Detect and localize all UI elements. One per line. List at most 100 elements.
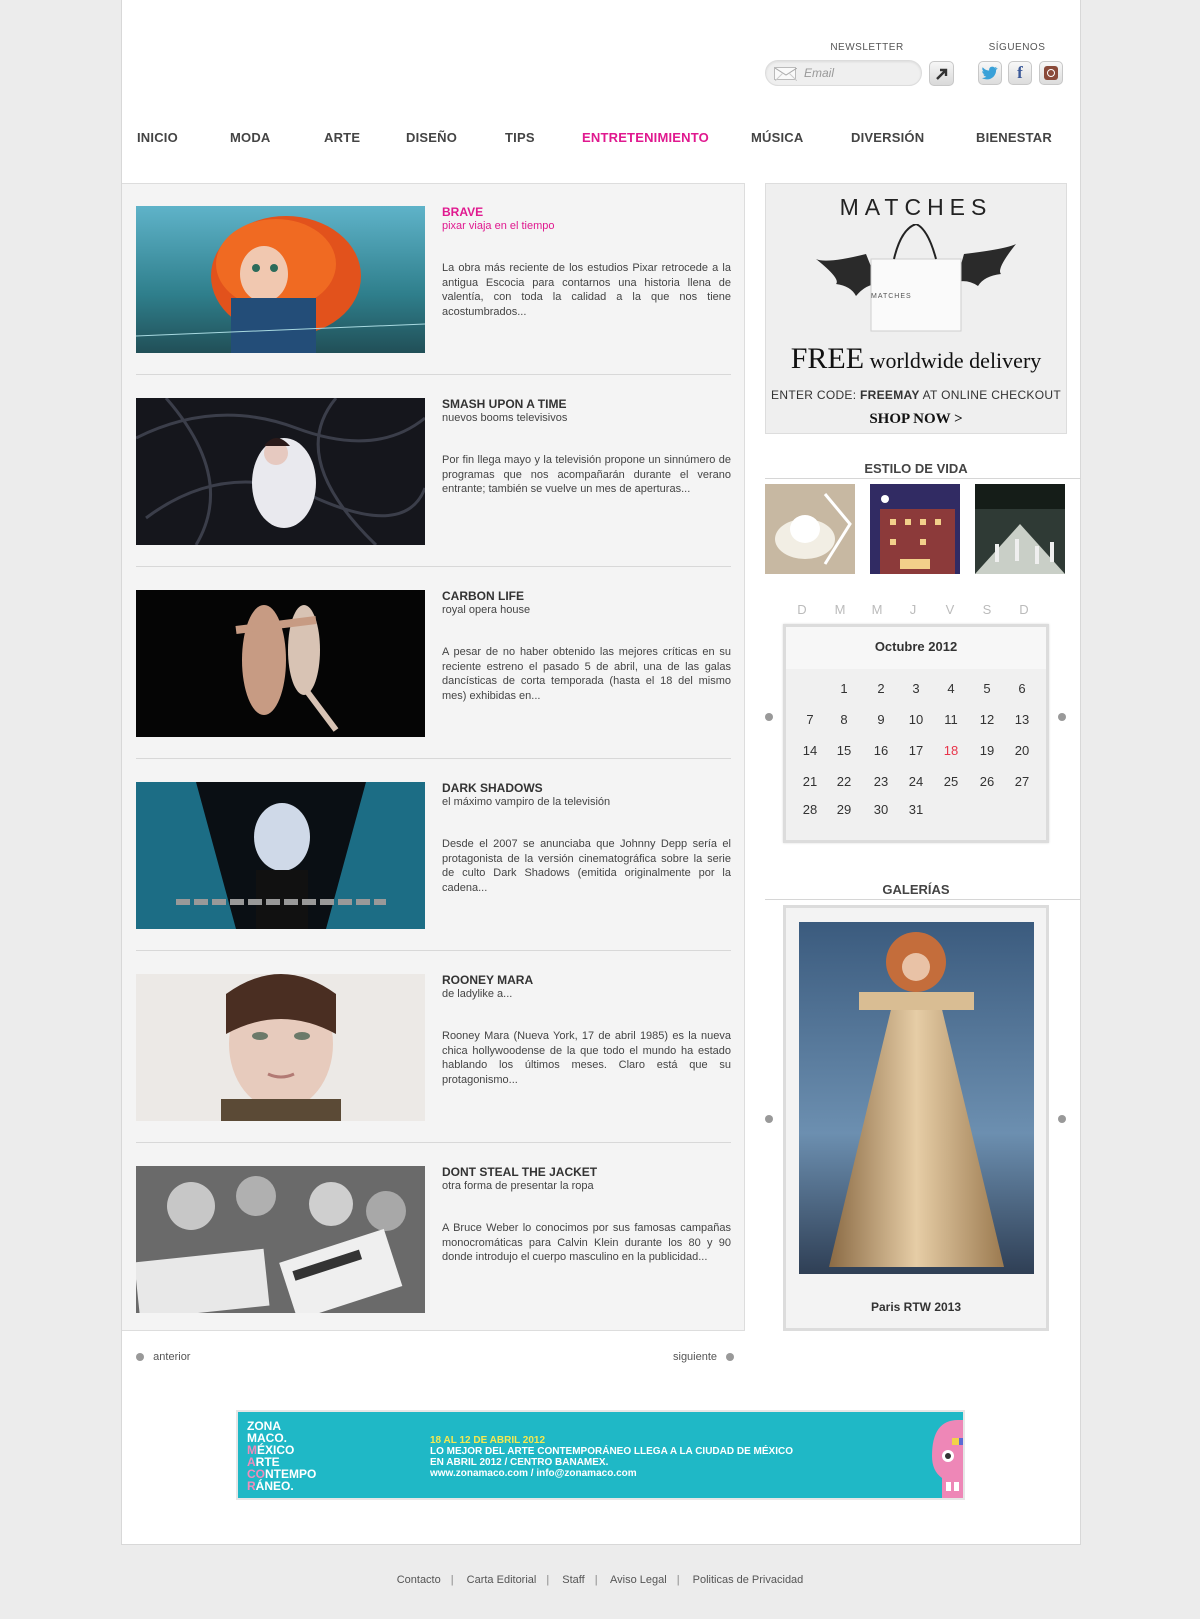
arrow-icon: [936, 68, 948, 80]
nav-item-inicio[interactable]: INICIO: [137, 130, 178, 145]
calendar-day[interactable]: 29: [830, 802, 858, 817]
twitter-icon[interactable]: [978, 61, 1002, 85]
ad-headline: FREE worldwide delivery: [766, 342, 1066, 376]
article-image-dark-shadows[interactable]: [136, 782, 425, 929]
calendar-day[interactable]: 30: [867, 802, 895, 817]
newsletter-email-box[interactable]: [765, 60, 922, 86]
article-image-smash[interactable]: [136, 398, 425, 545]
calendar-day[interactable]: 6: [1008, 681, 1036, 696]
article-title[interactable]: DONT STEAL THE JACKET: [442, 1165, 597, 1179]
lifestyle-thumb[interactable]: [870, 484, 960, 574]
calendar-day[interactable]: 25: [937, 774, 965, 789]
calendar-day[interactable]: 17: [902, 743, 930, 758]
gallery-card[interactable]: Paris RTW 2013: [783, 905, 1049, 1331]
skull-illustration: [932, 1420, 963, 1498]
article-title[interactable]: DARK SHADOWS: [442, 781, 543, 795]
nav-item-diseno[interactable]: DISEÑO: [406, 130, 457, 145]
newsletter-submit-button[interactable]: [929, 61, 954, 86]
nav-item-diversion[interactable]: DIVERSIÓN: [851, 130, 924, 145]
calendar-day[interactable]: 28: [796, 802, 824, 817]
matches-ad[interactable]: MATCHES MATCHES FREE worldwide delivery …: [765, 183, 1067, 434]
article-item[interactable]: ROONEY MARA de ladylike a... Rooney Mara…: [136, 952, 731, 1143]
calendar-day[interactable]: 27: [1008, 774, 1036, 789]
instagram-icon[interactable]: [1039, 61, 1063, 85]
article-image-rooney-mara[interactable]: [136, 974, 425, 1121]
calendar-day[interactable]: 23: [867, 774, 895, 789]
calendar-day[interactable]: 11: [937, 712, 965, 727]
calendar-day[interactable]: 31: [902, 802, 930, 817]
separator: |: [450, 1574, 454, 1586]
calendar-day[interactable]: 1: [830, 681, 858, 696]
nav-item-tips[interactable]: TIPS: [505, 130, 535, 145]
nav-item-musica[interactable]: MÚSICA: [751, 130, 803, 145]
article-title[interactable]: ROONEY MARA: [442, 973, 533, 987]
zonamaco-logo: ZONA MACO. MÉXICO ARTE CONTEMPO RÁNEO.: [247, 1420, 316, 1492]
article-item[interactable]: CARBON LIFE royal opera house A pesar de…: [136, 568, 731, 759]
calendar-day[interactable]: 21: [796, 774, 824, 789]
article-title[interactable]: CARBON LIFE: [442, 589, 524, 603]
nav-item-bienestar[interactable]: BIENESTAR: [976, 130, 1052, 145]
ad-code: FREEMAY: [860, 388, 920, 402]
calendar-day[interactable]: 13: [1008, 712, 1036, 727]
nav-item-entretenimiento[interactable]: ENTRETENIMIENTO: [582, 130, 709, 145]
calendar-day[interactable]: 2: [867, 681, 895, 696]
footer-link-staff[interactable]: Staff: [562, 1574, 584, 1586]
article-image-brave[interactable]: [136, 206, 425, 353]
ad-free-rest: worldwide delivery: [864, 348, 1042, 373]
envelope-icon: [774, 67, 797, 81]
nav-item-arte[interactable]: ARTE: [324, 130, 360, 145]
calendar-day[interactable]: 16: [867, 743, 895, 758]
calendar-day[interactable]: 24: [902, 774, 930, 789]
lifestyle-thumb[interactable]: [975, 484, 1065, 574]
lifestyle-thumb[interactable]: [765, 484, 855, 574]
calendar-prev-dot[interactable]: [765, 713, 773, 721]
facebook-icon[interactable]: f: [1008, 61, 1032, 85]
calendar-day[interactable]: 15: [830, 743, 858, 758]
pager-previous[interactable]: anterior: [136, 1351, 190, 1363]
calendar-day[interactable]: 3: [902, 681, 930, 696]
article-item[interactable]: DARK SHADOWS el máximo vampiro de la tel…: [136, 760, 731, 951]
galleries-title: GALERÍAS: [882, 882, 950, 897]
weekday-label: D: [1019, 602, 1029, 617]
calendar-day[interactable]: 14: [796, 743, 824, 758]
gallery-caption[interactable]: Paris RTW 2013: [786, 1300, 1046, 1314]
article-item[interactable]: BRAVE pixar viaja en el tiempo La obra m…: [136, 184, 731, 375]
calendar-day[interactable]: 20: [1008, 743, 1036, 758]
article-item[interactable]: DONT STEAL THE JACKET otra forma de pres…: [136, 1144, 731, 1335]
calendar-day[interactable]: 5: [973, 681, 1001, 696]
calendar-day[interactable]: 7: [796, 712, 824, 727]
footer-link-aviso-legal[interactable]: Aviso Legal: [610, 1574, 667, 1586]
calendar-day[interactable]: 12: [973, 712, 1001, 727]
article-title[interactable]: SMASH UPON A TIME: [442, 397, 566, 411]
article-image-dont-steal-the-jacket[interactable]: [136, 1166, 425, 1313]
email-input[interactable]: [804, 64, 914, 82]
pager-next-label[interactable]: siguiente: [673, 1351, 717, 1363]
calendar-day[interactable]: 18: [937, 743, 965, 758]
calendar-day[interactable]: 8: [830, 712, 858, 727]
calendar-day[interactable]: 4: [937, 681, 965, 696]
ad-shop-now-link[interactable]: SHOP NOW >: [766, 411, 1066, 428]
nav-item-moda[interactable]: MODA: [230, 130, 271, 145]
gallery-image[interactable]: [799, 922, 1034, 1274]
article-description: A pesar de no haber obtenido las mejores…: [442, 646, 731, 702]
article-item[interactable]: SMASH UPON A TIME nuevos booms televisiv…: [136, 376, 731, 567]
calendar-day[interactable]: 26: [973, 774, 1001, 789]
footer-link-carta-editorial[interactable]: Carta Editorial: [467, 1574, 537, 1586]
article-subtitle: de ladylike a...: [442, 988, 513, 1000]
article-image-carbon-life[interactable]: [136, 590, 425, 737]
calendar-next-dot[interactable]: [1058, 713, 1066, 721]
calendar-day[interactable]: 9: [867, 712, 895, 727]
zonamaco-banner[interactable]: ZONA MACO. MÉXICO ARTE CONTEMPO RÁNEO. 1…: [236, 1410, 965, 1500]
footer: Contacto | Carta Editorial | Staff | Aviso …: [0, 1574, 1200, 1586]
footer-link-privacidad[interactable]: Politicas de Privacidad: [693, 1574, 804, 1586]
pager-next[interactable]: siguiente: [673, 1351, 735, 1363]
gallery-prev-dot[interactable]: [765, 1115, 773, 1123]
calendar-day[interactable]: 10: [902, 712, 930, 727]
calendar-day[interactable]: 22: [830, 774, 858, 789]
footer-link-contacto[interactable]: Contacto: [397, 1574, 441, 1586]
gallery-next-dot[interactable]: [1058, 1115, 1066, 1123]
dot-icon: [726, 1353, 735, 1362]
pager-prev-label[interactable]: anterior: [153, 1351, 190, 1363]
calendar-day[interactable]: 19: [973, 743, 1001, 758]
article-title[interactable]: BRAVE: [442, 205, 483, 219]
